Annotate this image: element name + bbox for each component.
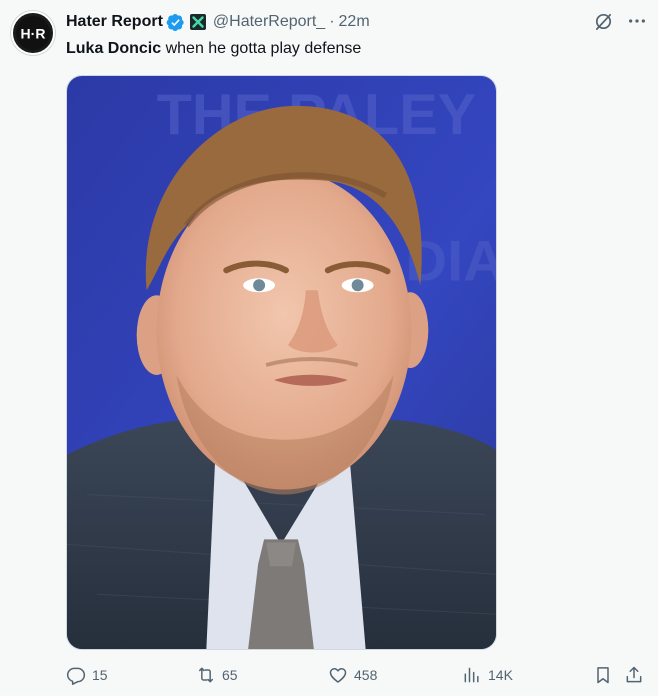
like-icon: [329, 668, 347, 683]
bookmark-button[interactable]: [593, 664, 613, 686]
views-button[interactable]: 14K: [462, 664, 513, 686]
portrait-photo: THE PALEY DIA: [67, 76, 496, 649]
views-count: 14K: [488, 667, 513, 683]
share-icon: [626, 666, 642, 683]
author-name[interactable]: Hater Report: [66, 13, 163, 31]
share-button[interactable]: [624, 664, 644, 686]
grok-icon[interactable]: [592, 10, 614, 32]
tweet: H·R Hater Report @HaterReport_ · 22m Luk…: [0, 0, 658, 696]
like-count: 458: [354, 667, 378, 683]
top-actions: [592, 10, 648, 32]
x-affiliate-icon[interactable]: [189, 13, 207, 31]
post-image[interactable]: THE PALEY DIA: [66, 75, 497, 650]
repost-count: 65: [222, 667, 238, 683]
separator-dot: ·: [329, 13, 335, 30]
post-text-body: when he gotta play defense: [161, 40, 362, 57]
action-bar: 15 65 458 14K: [66, 664, 650, 686]
more-icon[interactable]: [626, 10, 648, 32]
avatar-logo: H·R: [16, 16, 50, 50]
reply-icon: [66, 667, 86, 685]
post-text-mention: Luka Doncic: [66, 40, 162, 57]
reply-button[interactable]: 15: [66, 664, 108, 686]
author-handle[interactable]: @HaterReport_: [213, 13, 325, 31]
views-icon: [464, 667, 479, 683]
repost-icon: [199, 667, 213, 683]
bookmark-icon: [597, 667, 609, 684]
like-button[interactable]: 458: [328, 664, 377, 686]
avatar[interactable]: H·R: [11, 11, 55, 55]
post-text: Luka Doncic when he gotta play defense: [66, 39, 361, 59]
repost-button[interactable]: 65: [196, 664, 238, 686]
tweet-header: Hater Report @HaterReport_ · 22m: [66, 12, 370, 32]
reply-count: 15: [92, 667, 108, 683]
verified-badge-icon[interactable]: [166, 13, 185, 32]
post-time[interactable]: 22m: [339, 13, 370, 31]
avatar-logo-text: H·R: [21, 26, 46, 42]
